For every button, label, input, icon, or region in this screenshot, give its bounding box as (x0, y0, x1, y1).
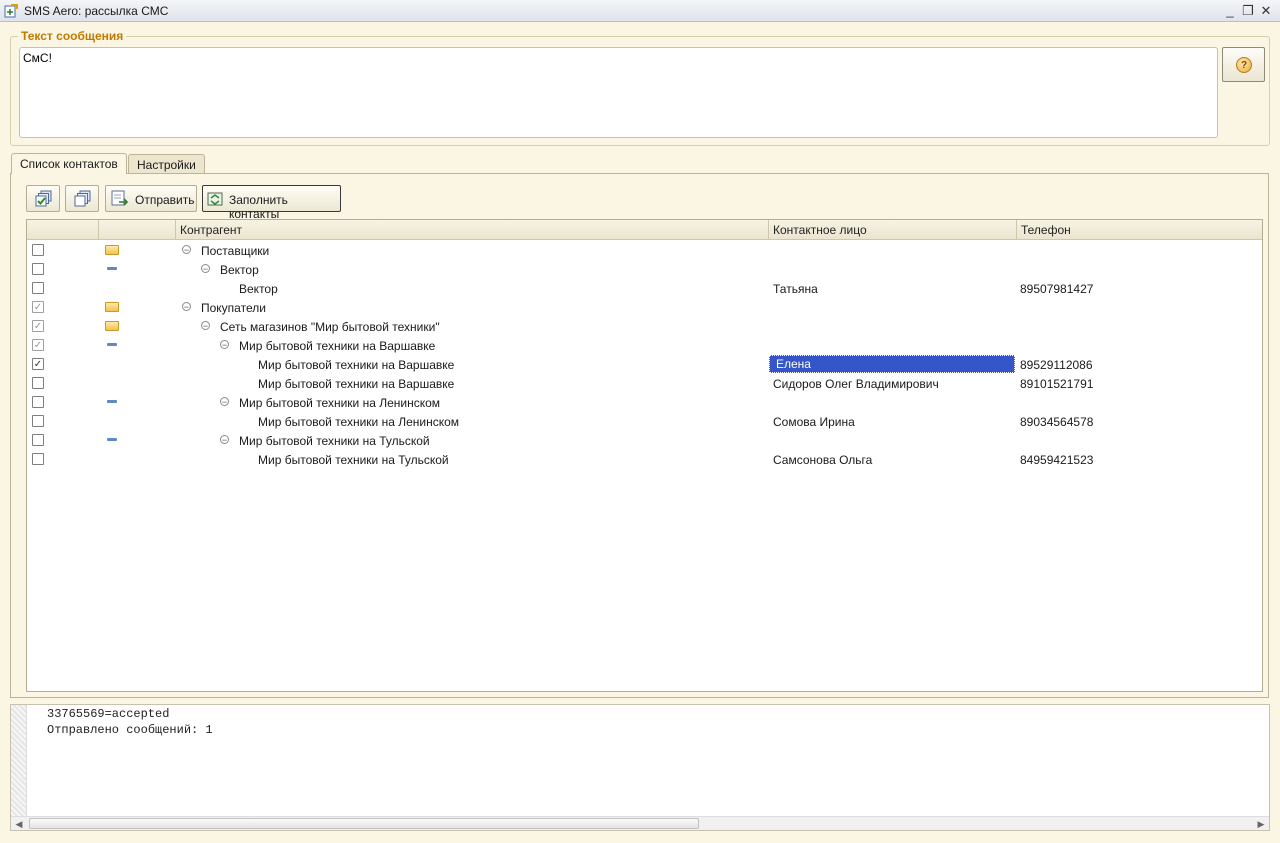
cell-counterparty: Покупатели (201, 301, 266, 315)
collapse-icon[interactable]: − (201, 321, 210, 331)
check-all-button[interactable] (26, 185, 60, 212)
cell-counterparty: Мир бытовой техники на Варшавке (258, 377, 455, 391)
checkbox[interactable] (32, 282, 44, 294)
checkbox[interactable] (32, 434, 44, 446)
send-icon (111, 190, 129, 206)
table-row[interactable]: Мир бытовой техники на Тульской Самсонова… (27, 450, 1262, 469)
cell-phone: 84959421523 (1020, 453, 1094, 467)
collapse-icon[interactable]: − (182, 245, 191, 255)
cell-counterparty: Мир бытовой техники на Ленинском (239, 396, 441, 410)
cell-phone: 89529112086 (1020, 358, 1093, 372)
cell-phone: 89101521791 (1020, 377, 1094, 391)
table-header: Контрагент Контактное лицо Телефон (27, 220, 1262, 240)
collapse-icon[interactable]: − (220, 435, 229, 445)
checkbox[interactable] (32, 244, 44, 256)
cell-counterparty: Поставщики (201, 244, 270, 258)
collapse-icon[interactable]: − (220, 340, 229, 350)
app-icon (4, 4, 18, 18)
cell-contact[interactable]: Сомова Ирина (773, 415, 855, 429)
scroll-left-icon[interactable]: ◀ (11, 817, 27, 831)
table-row[interactable]: ✓ Мир бытовой техники на Варшавке Елена 895… (27, 355, 1262, 374)
window-title-bar: SMS Aero: рассылка СМС _ ❐ ✕ (0, 0, 1280, 22)
cell-counterparty: Вектор (220, 263, 259, 277)
contacts-table[interactable]: Контрагент Контактное лицо Телефон − Пост… (26, 219, 1263, 692)
help-button[interactable]: ? (1222, 47, 1265, 82)
table-row[interactable]: Мир бытовой техники на Варшавке Сидоров О… (27, 374, 1262, 393)
group-item-icon (107, 267, 117, 270)
scroll-right-icon[interactable]: ▶ (1253, 817, 1269, 831)
table-row[interactable]: ✓ − Мир бытовой техники на Варшавке (27, 336, 1262, 355)
table-row[interactable]: ✓ − Сеть магазинов "Мир бытовой техники" (27, 317, 1262, 336)
collapse-icon[interactable]: − (182, 302, 191, 312)
fill-contacts-label: Заполнить контакты (229, 193, 288, 221)
folder-icon (105, 245, 119, 255)
folder-icon (105, 321, 119, 331)
table-row[interactable]: − Мир бытовой техники на Ленинском (27, 393, 1262, 412)
log-line: Отправлено сообщений: 1 (47, 723, 213, 737)
cell-phone: 89507981427 (1020, 282, 1094, 296)
tab-contacts[interactable]: Список контактов (11, 153, 127, 174)
restore-icon[interactable]: ❐ (1240, 3, 1256, 19)
cell-counterparty: Мир бытовой техники на Варшавке (258, 358, 455, 372)
cell-contact-selected[interactable]: Елена (769, 355, 1015, 373)
fill-contacts-button[interactable]: Заполнить контакты (202, 185, 341, 221)
message-legend: Текст сообщения (18, 29, 127, 43)
checkbox[interactable] (32, 263, 44, 275)
table-row[interactable]: − Поставщики (27, 241, 1262, 260)
header-contact[interactable]: Контактное лицо (769, 220, 1017, 240)
checkbox-checked[interactable]: ✓ (32, 339, 44, 351)
cell-counterparty: Мир бытовой техники на Тульской (258, 453, 449, 467)
header-phone[interactable]: Телефон (1017, 220, 1262, 240)
scrollbar-thumb[interactable] (29, 818, 699, 829)
close-icon[interactable]: ✕ (1258, 3, 1274, 19)
table-row[interactable]: Вектор Татьяна 89507981427 (27, 279, 1262, 298)
cell-contact[interactable]: Самсонова Ольга (773, 453, 872, 467)
checkbox-checked[interactable]: ✓ (32, 301, 44, 313)
table-row[interactable]: − Мир бытовой техники на Тульской (27, 431, 1262, 450)
table-row[interactable]: − Вектор (27, 260, 1262, 279)
group-item-icon (107, 343, 117, 346)
group-item-icon (107, 438, 117, 441)
checkbox-checked[interactable]: ✓ (32, 320, 44, 332)
cell-counterparty: Мир бытовой техники на Тульской (239, 434, 430, 448)
checkbox[interactable] (32, 396, 44, 408)
cell-counterparty: Вектор (239, 282, 278, 296)
cell-contact[interactable]: Татьяна (773, 282, 818, 296)
send-label: Отправить (135, 193, 195, 207)
cell-contact[interactable]: Сидоров Олег Владимирович (773, 377, 939, 391)
table-row[interactable]: ✓ − Покупатели (27, 298, 1262, 317)
question-icon: ? (1236, 57, 1252, 73)
collapse-icon[interactable]: − (201, 264, 210, 274)
cell-counterparty: Мир бытовой техники на Варшавке (239, 339, 436, 353)
table-row[interactable]: Мир бытовой техники на Ленинском Сомова И… (27, 412, 1262, 431)
window-title: SMS Aero: рассылка СМС (24, 4, 169, 18)
send-button[interactable]: Отправить (105, 185, 197, 212)
checkbox[interactable] (32, 453, 44, 465)
minimize-icon[interactable]: _ (1222, 3, 1238, 19)
log-line: 33765569=accepted (47, 707, 170, 721)
checkbox[interactable] (32, 415, 44, 427)
horizontal-scrollbar[interactable]: ◀ ▶ (11, 816, 1269, 830)
group-item-icon (107, 400, 117, 403)
log-output[interactable]: 33765569=accepted Отправлено сообщений: … (10, 704, 1270, 831)
cell-counterparty: Мир бытовой техники на Ленинском (258, 415, 460, 429)
header-check (27, 220, 99, 240)
cell-phone: 89034564578 (1020, 415, 1094, 429)
header-icon (99, 220, 176, 240)
message-text-input[interactable] (19, 47, 1218, 138)
folder-icon (105, 302, 119, 312)
check-all-icon (35, 190, 52, 207)
collapse-icon[interactable]: − (220, 397, 229, 407)
log-gutter (11, 705, 27, 817)
checkbox[interactable] (32, 377, 44, 389)
fill-contacts-icon (207, 192, 223, 206)
header-counterparty[interactable]: Контрагент (176, 220, 769, 240)
checkbox-checked[interactable]: ✓ (32, 358, 44, 370)
tab-settings[interactable]: Настройки (128, 154, 205, 174)
uncheck-all-button[interactable] (65, 185, 99, 212)
cell-counterparty: Сеть магазинов "Мир бытовой техники" (220, 320, 440, 334)
uncheck-all-icon (74, 190, 91, 207)
